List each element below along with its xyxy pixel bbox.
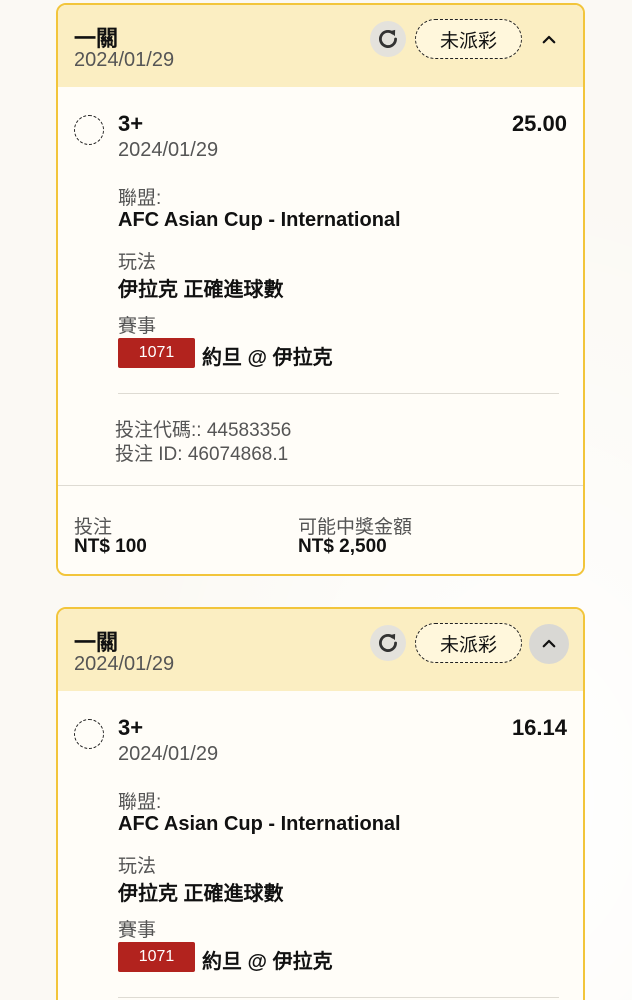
payout-value: NT$ 2,500 [298, 536, 387, 557]
bet-card: 一關 2024/01/29 未派彩 3+ 2024/01/29 16.14 聯盟… [56, 607, 585, 1000]
bet-code: 投注代碼:: 44583356 [115, 420, 292, 441]
selection-name: 3+ [118, 715, 144, 740]
bet-card: 一關 2024/01/29 未派彩 3+ 2024/01/29 25.00 聯盟… [56, 3, 585, 576]
selection-date: 2024/01/29 [118, 743, 219, 765]
league-label: 聯盟: [118, 188, 162, 209]
stake-label: 投注 [74, 517, 113, 538]
league-value: AFC Asian Cup - International [118, 209, 401, 231]
market-label: 玩法 [118, 252, 157, 273]
refresh-icon [379, 29, 397, 48]
bet-date: 2024/01/29 [74, 49, 175, 71]
divider [118, 997, 559, 998]
refresh-button[interactable] [370, 625, 406, 661]
bet-card-header[interactable]: 一關 2024/01/29 未派彩 [58, 609, 583, 691]
selection-date: 2024/01/29 [118, 139, 219, 161]
collapse-button[interactable] [529, 20, 569, 60]
refresh-button[interactable] [370, 21, 406, 57]
market-value: 伊拉克 正確進球數 [118, 279, 284, 301]
league-label: 聯盟: [118, 792, 162, 813]
bet-date: 2024/01/29 [74, 653, 175, 675]
market-value: 伊拉克 正確進球數 [118, 883, 284, 905]
divider [118, 393, 559, 394]
match-name: 約旦 @ 伊拉克 [202, 347, 333, 369]
odds-value: 16.14 [511, 715, 567, 740]
status-badge: 未派彩 [415, 19, 522, 59]
bet-card-footer: 投注 NT$ 100 可能中獎金額 NT$ 2,500 [58, 485, 583, 573]
bet-id: 投注 ID: 46074868.1 [115, 444, 289, 465]
stake-value: NT$ 100 [74, 536, 147, 557]
payout-label: 可能中獎金額 [298, 517, 413, 538]
odds-value: 25.00 [511, 111, 567, 136]
bet-card-header[interactable]: 一關 2024/01/29 未派彩 [58, 5, 583, 87]
market-label: 玩法 [118, 856, 157, 877]
bet-history-page: 一關 2024/01/29 未派彩 3+ 2024/01/29 25.00 聯盟… [0, 0, 632, 1000]
event-label: 賽事 [118, 316, 157, 337]
league-value: AFC Asian Cup - International [118, 813, 401, 835]
collapse-button[interactable] [529, 624, 569, 664]
chevron-up-icon [542, 639, 556, 648]
radio-unchecked-icon[interactable] [74, 719, 104, 749]
match-number-badge: 1071 [118, 338, 195, 368]
radio-unchecked-icon[interactable] [74, 115, 104, 145]
status-badge: 未派彩 [415, 623, 522, 663]
selection-name: 3+ [118, 111, 144, 136]
chevron-up-icon [542, 35, 556, 44]
match-number-badge: 1071 [118, 942, 195, 972]
match-name: 約旦 @ 伊拉克 [202, 951, 333, 973]
refresh-icon [379, 633, 397, 652]
event-label: 賽事 [118, 920, 157, 941]
